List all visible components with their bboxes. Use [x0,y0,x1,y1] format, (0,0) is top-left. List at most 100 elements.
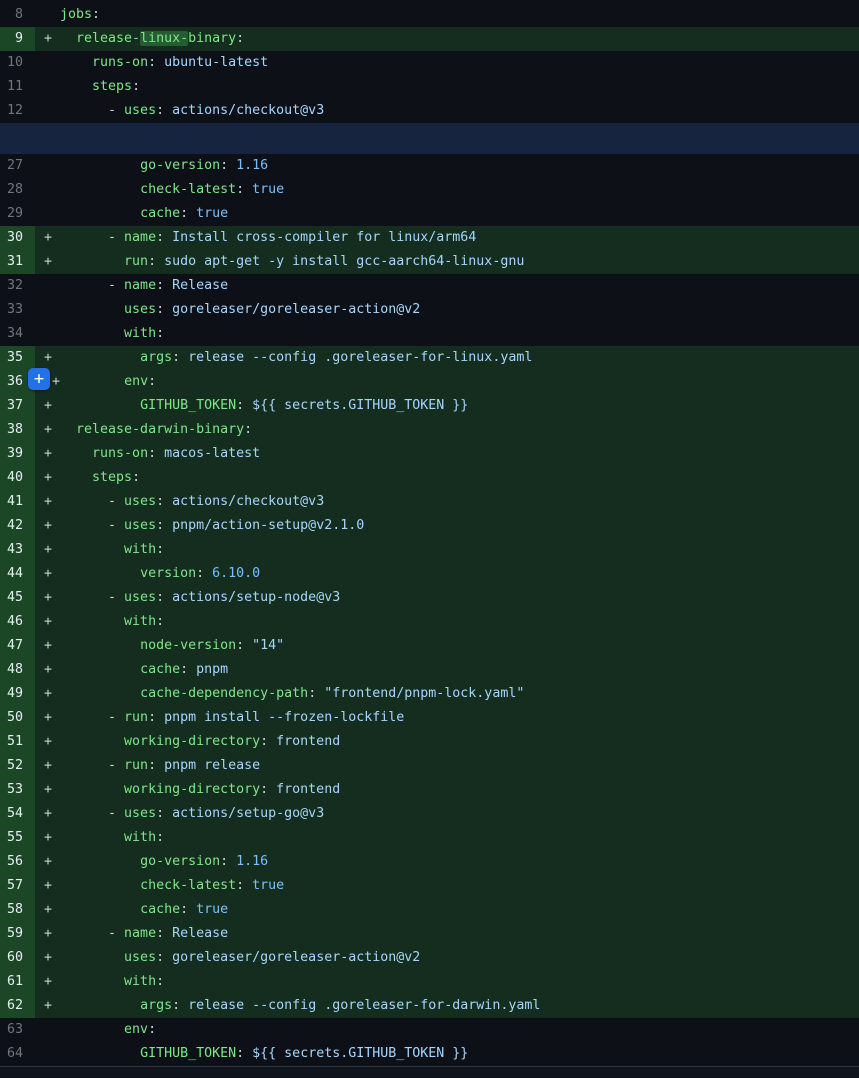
line-number[interactable]: 33 [0,298,35,322]
line-number[interactable]: 29 [0,202,35,226]
code-text: - uses: actions/setup-node@v3 [60,586,340,610]
line-number[interactable]: 44 [0,562,35,586]
line-number[interactable]: 55 [0,826,35,850]
diff-marker [35,75,60,99]
line-number[interactable]: 12 [0,99,35,123]
line-number[interactable]: 30 [0,226,35,250]
line-number[interactable]: 42 [0,514,35,538]
line-number[interactable]: 32 [0,274,35,298]
code-text: - uses: actions/setup-go@v3 [60,802,324,826]
diff-marker: + [35,898,60,922]
diff-line-48: 48+ cache: pnpm [0,658,859,682]
line-number[interactable]: 64 [0,1042,35,1066]
line-number[interactable]: 45 [0,586,35,610]
code-text: cache: true [60,898,228,922]
diff-line-12: 12 - uses: actions/checkout@v3 [0,99,859,123]
diff-line-37: 37+ GITHUB_TOKEN: ${{ secrets.GITHUB_TOK… [0,394,859,418]
diff-line-59: 59+ - name: Release [0,922,859,946]
line-number[interactable]: 51 [0,730,35,754]
line-number[interactable]: 37 [0,394,35,418]
line-number[interactable]: 31 [0,250,35,274]
line-number[interactable]: 52 [0,754,35,778]
diff-line-63: 63 env: [0,1018,859,1042]
code-cell: runs-on: ubuntu-latest [35,51,859,75]
code-text: cache-dependency-path: "frontend/pnpm-lo… [60,682,524,706]
code-cell: + working-directory: frontend [35,730,859,754]
line-number[interactable]: 54 [0,802,35,826]
line-number[interactable]: 61 [0,970,35,994]
line-number[interactable]: 47 [0,634,35,658]
line-number[interactable]: 62 [0,994,35,1018]
diff-marker: + [35,922,60,946]
diff-marker: + [35,250,60,274]
code-cell: + steps: [35,466,859,490]
line-number[interactable]: 39 [0,442,35,466]
code-cell: steps: [35,75,859,99]
diff-marker: + [35,658,60,682]
line-number[interactable]: 63 [0,1018,35,1042]
diff-line-45: 45+ - uses: actions/setup-node@v3 [0,586,859,610]
line-number[interactable]: 8 [0,3,35,27]
code-text: - uses: actions/checkout@v3 [60,490,324,514]
line-number[interactable]: 50 [0,706,35,730]
diff-line-46: 46+ with: [0,610,859,634]
code-cell: - name: Release [35,274,859,298]
add-comment-button[interactable]: + [28,368,50,390]
diff-marker: + [35,610,60,634]
line-number[interactable]: 9 [0,27,35,51]
expand-hunk-row[interactable] [0,123,859,154]
line-number[interactable]: 57 [0,874,35,898]
code-cell: jobs: [35,3,859,27]
line-number[interactable]: 56 [0,850,35,874]
code-text: env: [60,1018,156,1042]
code-cell: + go-version: 1.16 [35,850,859,874]
diff-marker: + [35,826,60,850]
code-text: run: sudo apt-get -y install gcc-aarch64… [60,250,524,274]
code-cell: + run: sudo apt-get -y install gcc-aarch… [35,250,859,274]
code-text: GITHUB_TOKEN: ${{ secrets.GITHUB_TOKEN }… [60,1042,468,1066]
line-number[interactable]: 28 [0,178,35,202]
code-cell: + check-latest: true [35,874,859,898]
diff-marker: + [35,562,60,586]
diff-line-51: 51+ working-directory: frontend [0,730,859,754]
diff-line-36: 36+ env:+ [0,370,859,394]
line-number[interactable]: 48 [0,658,35,682]
line-number[interactable]: 59 [0,922,35,946]
diff-marker: + [35,778,60,802]
code-cell: + with: [35,826,859,850]
diff-line-57: 57+ check-latest: true [0,874,859,898]
code-text: with: [60,322,164,346]
code-cell: + - name: Install cross-compiler for lin… [35,226,859,250]
code-cell: with: [35,322,859,346]
diff-marker: + [35,538,60,562]
diff-lines: 8jobs:9+ release-linux-binary:10 runs-on… [0,0,859,1066]
diff-line-38: 38+ release-darwin-binary: [0,418,859,442]
diff-marker [35,178,60,202]
diff-marker [35,274,60,298]
line-number[interactable]: 35 [0,346,35,370]
line-number[interactable]: 58 [0,898,35,922]
diff-marker: + [35,490,60,514]
line-number[interactable]: 11 [0,75,35,99]
code-text: cache: true [60,202,228,226]
line-number[interactable]: 40 [0,466,35,490]
line-number[interactable]: 10 [0,51,35,75]
line-number[interactable]: 60 [0,946,35,970]
line-number[interactable]: 27 [0,154,35,178]
code-cell: + release-linux-binary: [35,27,859,51]
code-text: with: [60,826,164,850]
line-number[interactable]: 43 [0,538,35,562]
line-number[interactable]: 46 [0,610,35,634]
line-number[interactable]: 41 [0,490,35,514]
code-text: runs-on: macos-latest [60,442,260,466]
line-number[interactable]: 53 [0,778,35,802]
line-number[interactable]: 38 [0,418,35,442]
code-text: - run: pnpm install --frozen-lockfile [60,706,404,730]
diff-marker: + [35,466,60,490]
code-cell: + - name: Release [35,922,859,946]
line-number[interactable]: 49 [0,682,35,706]
line-number[interactable]: 34 [0,322,35,346]
diff-marker: + [35,970,60,994]
diff-marker: + [35,634,60,658]
diff-line-56: 56+ go-version: 1.16 [0,850,859,874]
